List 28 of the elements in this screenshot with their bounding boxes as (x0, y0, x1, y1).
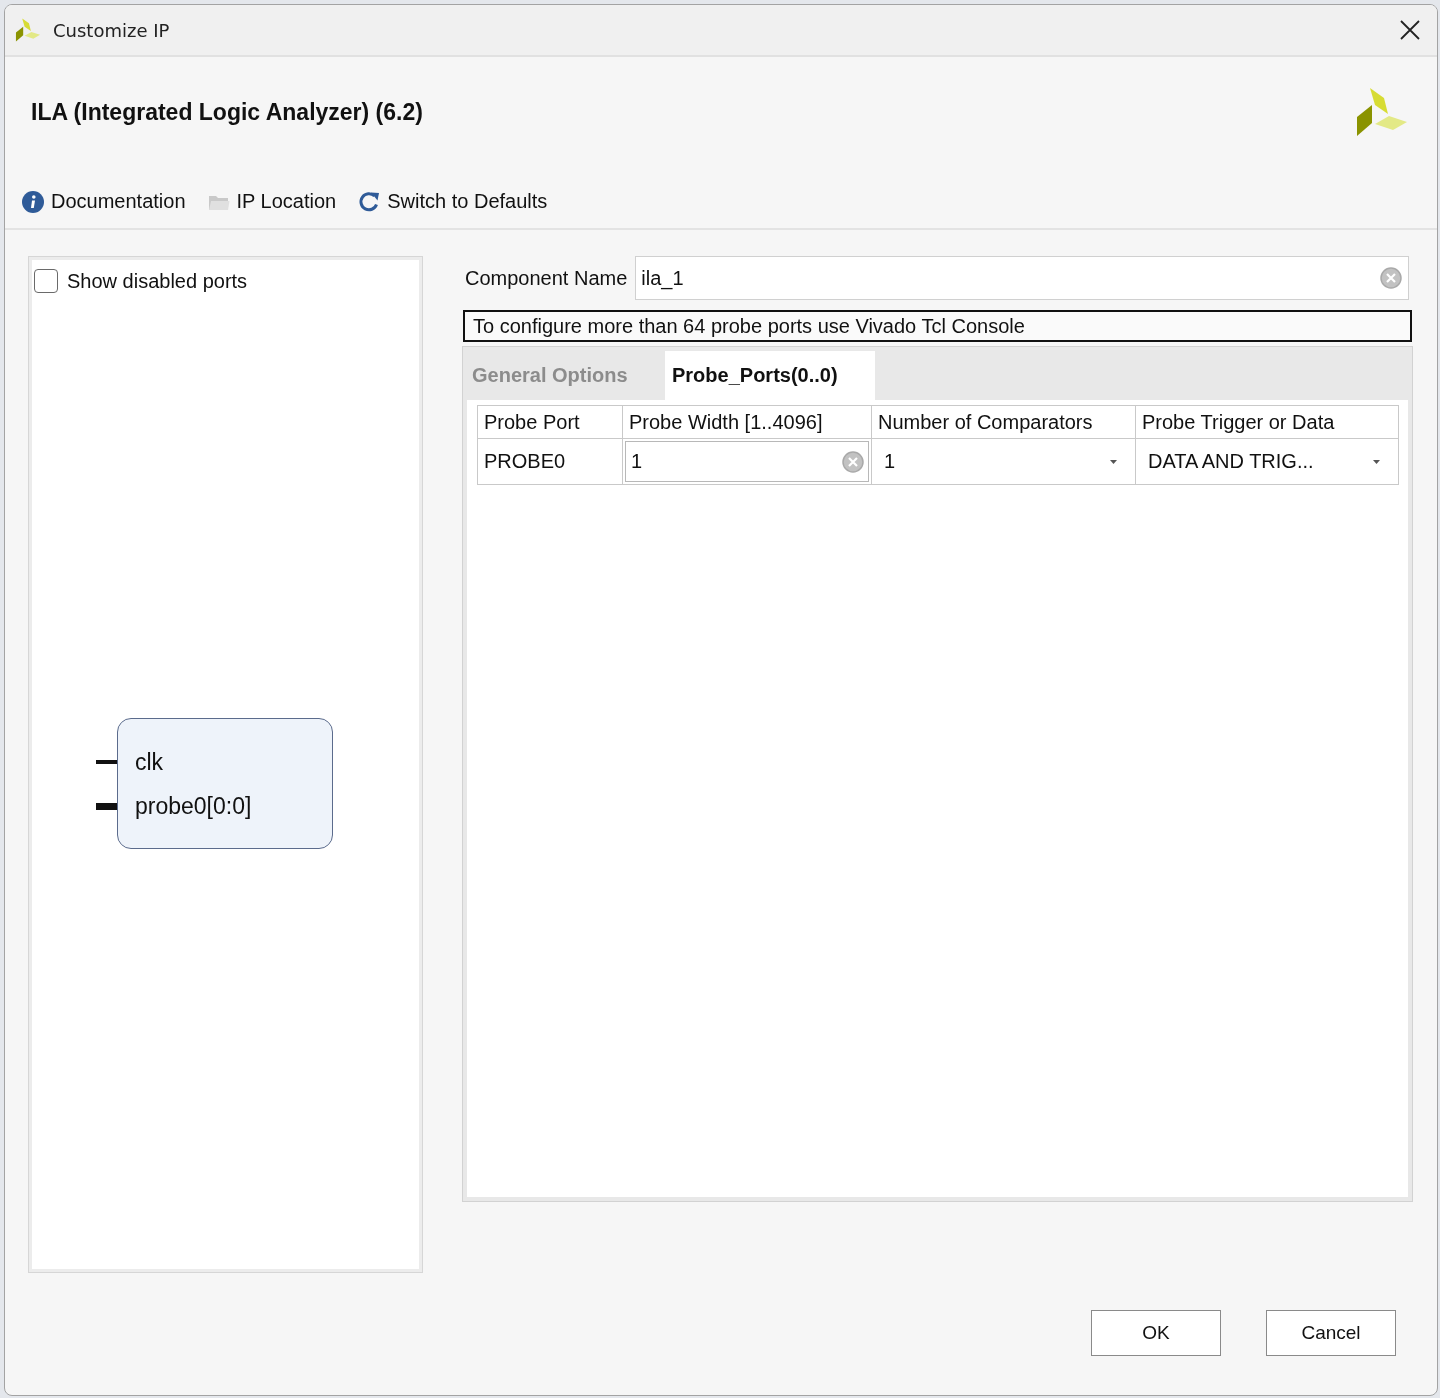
info-icon (22, 190, 44, 213)
notice-text: To configure more than 64 probe ports use Vivado Tcl Console (463, 310, 1412, 342)
port-label: clk (135, 748, 164, 777)
logo-icon (1355, 86, 1409, 138)
checkbox[interactable] (34, 269, 58, 293)
ip-title: ILA (Integrated Logic Analyzer) (6.2) (31, 98, 423, 126)
port-label: probe0[0:0] (135, 792, 252, 821)
window-title: Customize IP (53, 19, 170, 41)
toolbar-link[interactable]: Documentation (22, 190, 186, 213)
close-icon[interactable] (1399, 19, 1421, 41)
component-name-field[interactable]: ila_1 (635, 256, 1409, 300)
column-header: Probe Port (477, 405, 623, 439)
column-header: Probe Trigger or Data (1135, 405, 1399, 439)
column-header: Number of Comparators (871, 405, 1136, 439)
dialog-button[interactable]: OK (1091, 1310, 1221, 1356)
component-name-label: Component Name (465, 266, 628, 290)
caret-icon (1110, 459, 1117, 464)
width-input-field[interactable]: 1 (625, 441, 869, 482)
app-icon (15, 17, 41, 43)
tab[interactable]: Probe_Ports(0..0) (665, 351, 875, 400)
column-header: Probe Width [1..4096] (622, 405, 872, 439)
toolbar-link[interactable]: IP Location (207, 190, 337, 213)
toolbar-link[interactable]: Switch to Defaults (358, 190, 548, 213)
checkbox-label: Show disabled ports (67, 269, 248, 293)
caret-icon (1373, 459, 1380, 464)
dialog-button[interactable]: Cancel (1266, 1310, 1396, 1356)
table-cell: PROBE0 (477, 438, 623, 485)
refresh-icon (358, 190, 381, 213)
